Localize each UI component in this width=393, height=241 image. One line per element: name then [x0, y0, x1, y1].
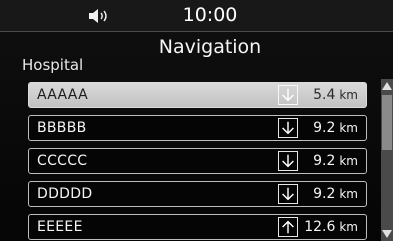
clock-time: 10:00	[182, 4, 238, 26]
distance-value: 9.2 km	[313, 186, 358, 202]
arrow-down-icon	[278, 85, 298, 105]
speaker-volume-icon[interactable]	[86, 8, 112, 24]
list-item[interactable]: AAAAA 5.4 km	[28, 82, 367, 108]
list-item[interactable]: EEEEE 12.6 km	[28, 214, 367, 240]
destination-name: BBBBB	[37, 120, 87, 136]
scrollbar-thumb[interactable]	[382, 95, 392, 150]
distance-value: 12.6 km	[304, 219, 358, 235]
list-item[interactable]: BBBBB 9.2 km	[28, 115, 367, 141]
scrollbar[interactable]	[381, 79, 393, 241]
arrow-down-icon	[278, 184, 298, 204]
destination-name: EEEEE	[37, 219, 83, 235]
list-item[interactable]: DDDDD 9.2 km	[28, 181, 367, 207]
destination-name: CCCCC	[37, 153, 88, 169]
page-title: Navigation	[158, 36, 262, 58]
distance-value: 9.2 km	[313, 153, 358, 169]
category-label: Hospital	[22, 56, 84, 74]
navigation-screen: 10:00 Navigation Hospital AAAAA 5.4 km BB…	[0, 0, 393, 241]
scroll-down-triangle-icon[interactable]	[381, 227, 393, 241]
arrow-down-icon	[278, 151, 298, 171]
distance-value: 5.4 km	[313, 87, 358, 103]
scroll-up-triangle-icon[interactable]	[381, 79, 393, 93]
distance-value: 9.2 km	[313, 120, 358, 136]
arrow-up-icon	[278, 217, 298, 237]
destination-name: AAAAA	[37, 87, 88, 103]
arrow-down-icon	[278, 118, 298, 138]
destination-name: DDDDD	[37, 186, 93, 202]
list-item[interactable]: CCCCC 9.2 km	[28, 148, 367, 174]
status-bar: 10:00	[0, 0, 393, 32]
